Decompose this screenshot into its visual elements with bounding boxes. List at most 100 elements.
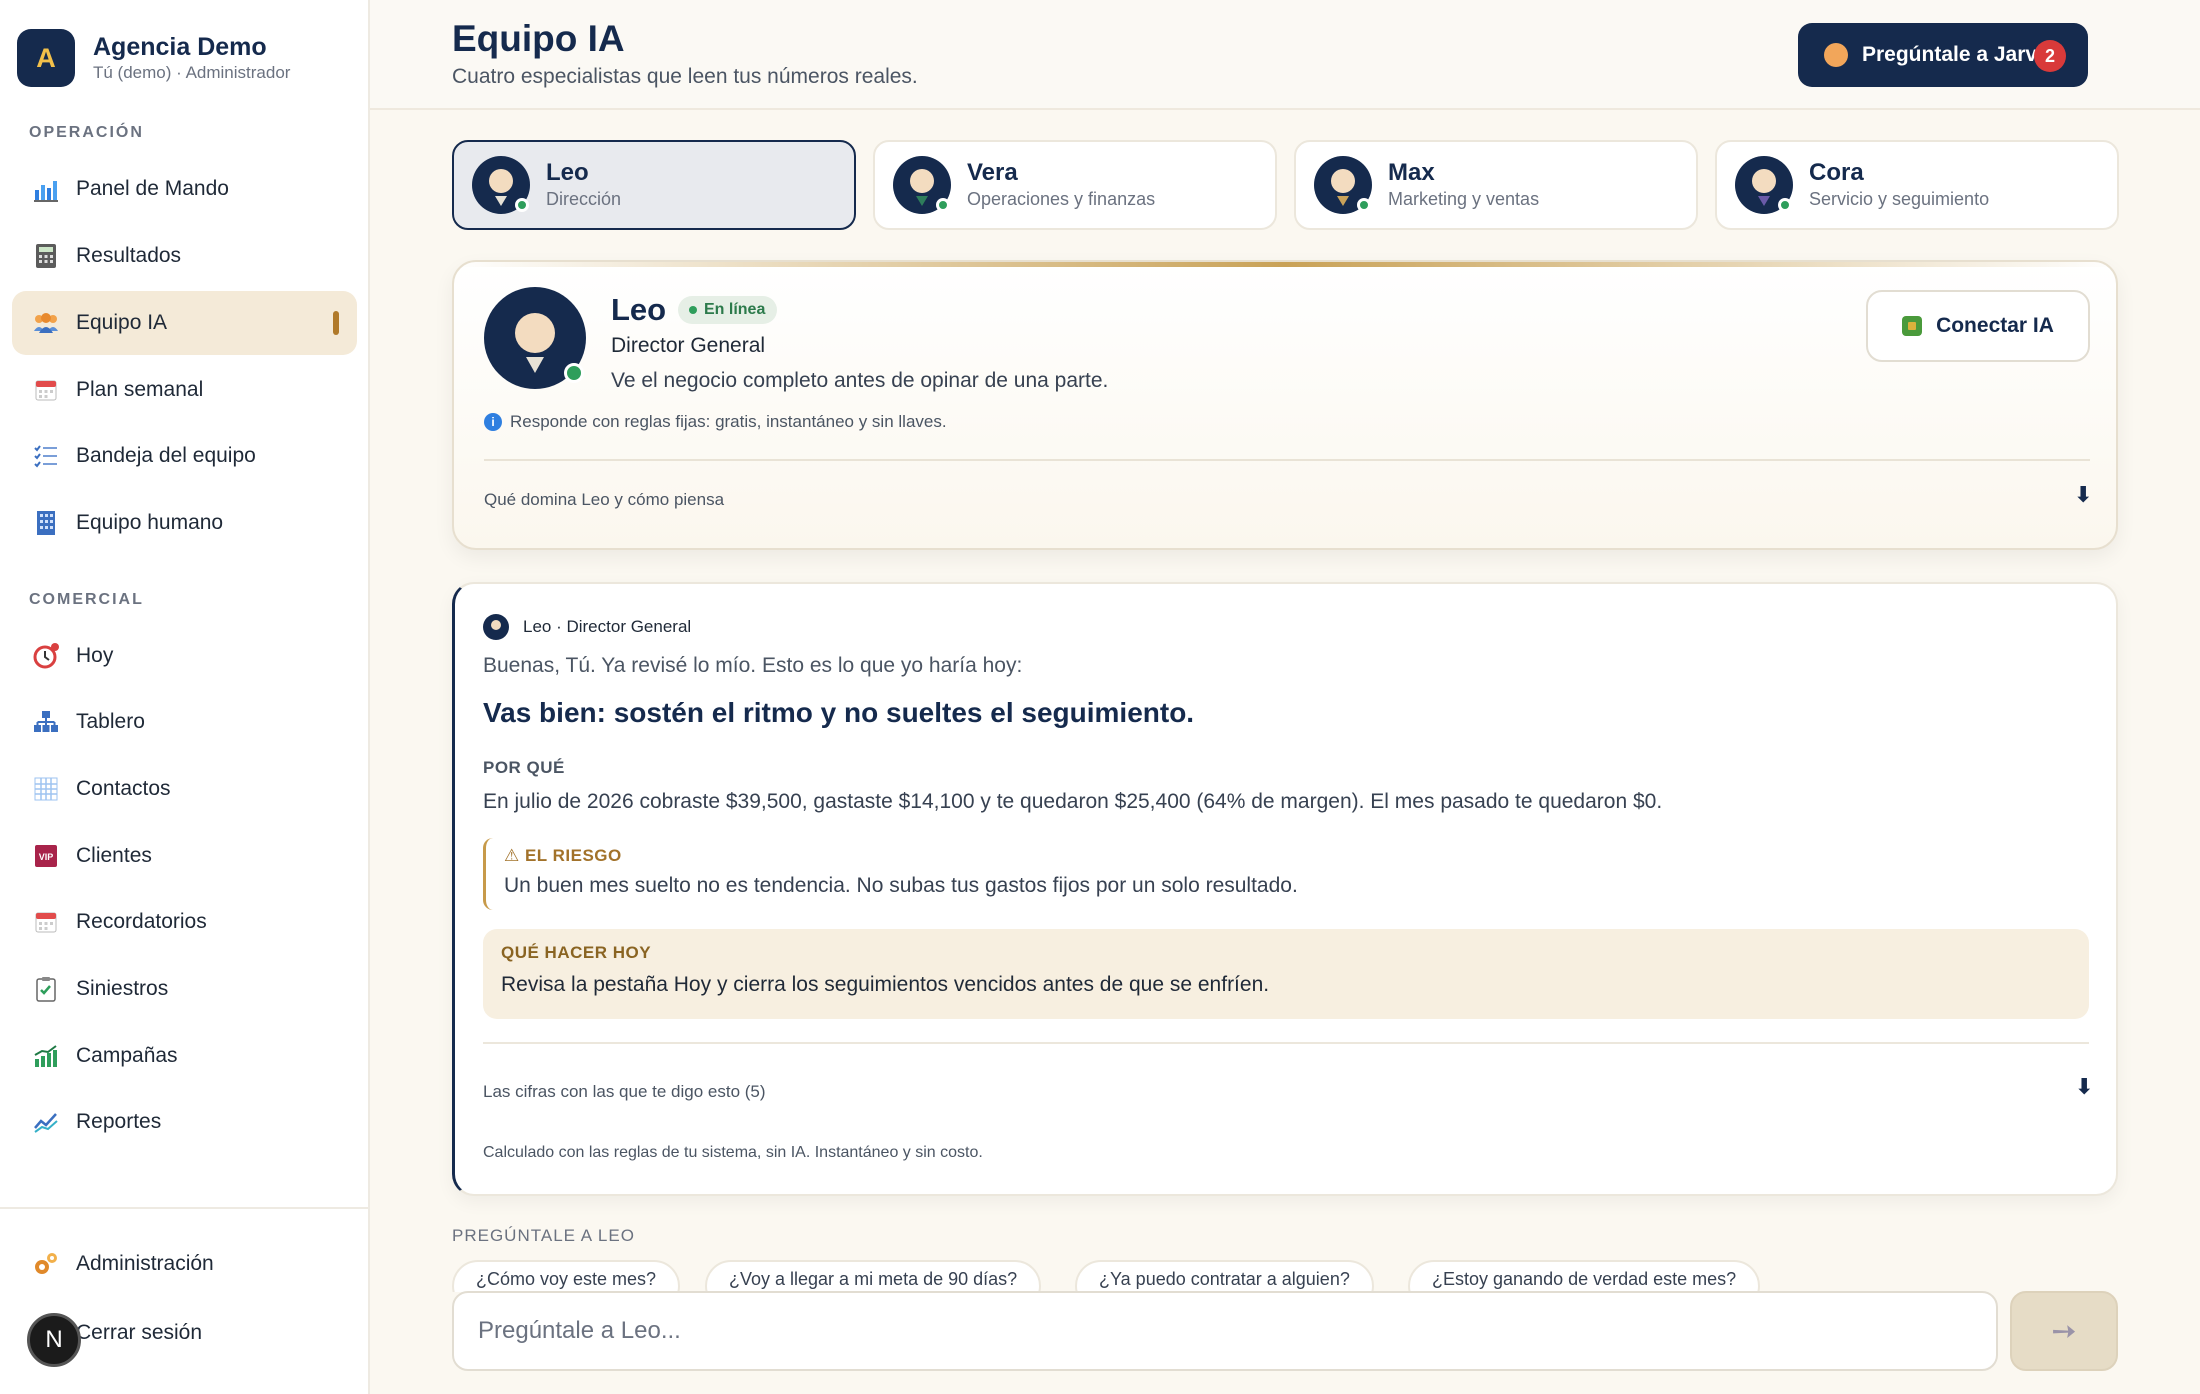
calendar-icon (30, 374, 62, 406)
growth-chart-icon (30, 1040, 62, 1072)
brand-name: Agencia Demo (93, 33, 267, 61)
sidebar-item-label: Cerrar sesión (76, 1321, 203, 1344)
todo-text: Revisa la pestaña Hoy y cierra los segui… (501, 973, 1270, 996)
status-badge: En línea (678, 296, 778, 324)
risk-callout: ⚠ EL RIESGO Un buen mes suelto no es ten… (483, 838, 2089, 910)
card-accent-line (454, 262, 2116, 267)
checklist-icon (30, 440, 62, 472)
ask-jarvis-button[interactable]: Pregúntale a Jarvis 2 (1798, 23, 2088, 87)
sidebar-item-label: Reportes (76, 1110, 162, 1133)
calendar-icon (30, 906, 62, 938)
sidebar-item-recordatorios[interactable]: Recordatorios (12, 890, 357, 954)
sidebar-item-label: Clientes (76, 844, 152, 867)
sidebar-item-administracion[interactable]: Administración (12, 1232, 357, 1296)
brand-user: Tú (demo) · Administrador (93, 63, 291, 82)
notification-badge: 2 (2034, 40, 2066, 72)
agent-tab-vera[interactable]: Vera Operaciones y finanzas (873, 140, 1277, 230)
svg-text:VIP: VIP (39, 852, 54, 862)
agent-avatar-small (483, 614, 509, 640)
sidebar-item-panel-de-mando[interactable]: Panel de Mando (12, 157, 357, 221)
answer-headline: Vas bien: sostén el ritmo y no sueltes e… (483, 697, 1195, 728)
agent-answer-card: Leo · Director General Buenas, Tú. Ya re… (452, 582, 2118, 1196)
arrow-down-icon[interactable]: ⬇ (2075, 1074, 2093, 1100)
sidebar-item-label: Siniestros (76, 977, 169, 1000)
sidebar-item-label: Equipo IA (76, 311, 168, 334)
ask-section-label: PREGÚNTALE A LEO (452, 1226, 635, 1245)
page-subtitle: Cuatro especialistas que leen tus número… (452, 65, 918, 88)
team-icon (30, 307, 62, 339)
agent-role: Operaciones y finanzas (967, 189, 1156, 209)
clipboard-check-icon (30, 973, 62, 1005)
sidebar-item-siniestros[interactable]: Siniestros (12, 957, 357, 1021)
answer-author-label: Leo · Director General (523, 617, 692, 636)
suggestion-chip[interactable]: ¿Cómo voy este mes? (452, 1260, 681, 1292)
arrow-down-icon[interactable]: ⬇ (2074, 482, 2092, 508)
todo-label: QUÉ HACER HOY (501, 943, 652, 962)
alarm-clock-icon (30, 640, 62, 672)
why-text: En julio de 2026 cobraste $39,500, gasta… (483, 790, 1663, 813)
connect-ai-button[interactable]: Conectar IA (1866, 290, 2090, 362)
sidebar-item-hoy[interactable]: Hoy (12, 624, 357, 688)
org-chart-icon (30, 706, 62, 738)
agent-name: Max (1388, 159, 1435, 186)
sidebar-item-label: Recordatorios (76, 910, 207, 933)
suggestion-chip[interactable]: ¿Voy a llegar a mi meta de 90 días? (705, 1260, 1042, 1292)
sidebar-item-clientes[interactable]: VIP Clientes (12, 824, 357, 888)
agent-avatar-large (484, 287, 586, 389)
agent-tab-max[interactable]: Max Marketing y ventas (1294, 140, 1698, 230)
vip-icon: VIP (30, 840, 62, 872)
brand[interactable]: A Agencia Demo Tú (demo) · Administrador (17, 29, 290, 87)
connect-ai-label: Conectar IA (1936, 314, 2054, 337)
agent-avatar (1735, 156, 1793, 214)
sidebar-item-resultados[interactable]: Resultados (12, 224, 357, 288)
sidebar-item-label: Administración (76, 1252, 214, 1275)
gear-icon (30, 1248, 62, 1280)
chip-icon (1902, 316, 1923, 336)
agent-avatar (472, 156, 530, 214)
line-chart-icon (30, 1106, 62, 1138)
suggestion-chip[interactable]: ¿Ya puedo contratar a alguien? (1075, 1260, 1374, 1292)
send-button[interactable]: ➙ (2010, 1291, 2118, 1371)
bar-chart-icon (30, 173, 62, 205)
agent-details-toggle[interactable]: Qué domina Leo y cómo piensa (484, 490, 724, 510)
arrow-right-icon: ➙ (2051, 1314, 2077, 1348)
active-indicator (333, 311, 339, 335)
sidebar-item-label: Equipo humano (76, 511, 224, 534)
jarvis-avatar-icon (1824, 43, 1848, 67)
sidebar-item-tablero[interactable]: Tablero (12, 690, 357, 754)
sidebar-item-label: Bandeja del equipo (76, 444, 256, 467)
rules-note-text: Responde con reglas fijas: gratis, insta… (510, 412, 947, 431)
sidebar-item-reportes[interactable]: Reportes (12, 1090, 357, 1154)
risk-label: ⚠ EL RIESGO (504, 846, 622, 865)
answer-footnote: Calculado con las reglas de tu sistema, … (483, 1144, 983, 1161)
user-avatar[interactable]: N (27, 1313, 81, 1367)
sidebar-item-equipo-ia[interactable]: Equipo IA (12, 291, 357, 355)
section-comercial-label: COMERCIAL (29, 591, 144, 608)
sidebar-item-plan-semanal[interactable]: Plan semanal (12, 358, 357, 422)
agent-description: Ve el negocio completo antes de opinar d… (611, 369, 1109, 392)
sidebar-item-contactos[interactable]: Contactos (12, 757, 357, 821)
agent-tab-leo[interactable]: Leo Dirección (452, 140, 856, 230)
numbers-toggle[interactable]: Las cifras con las que te digo esto (5) (483, 1082, 766, 1102)
sidebar-item-label: Campañas (76, 1044, 178, 1067)
sidebar-item-label: Contactos (76, 777, 171, 800)
ask-jarvis-label: Pregúntale a Jarvis (1862, 43, 2055, 66)
ask-input[interactable] (452, 1291, 1998, 1371)
sidebar-item-campanas[interactable]: Campañas (12, 1024, 357, 1088)
agent-avatar (1314, 156, 1372, 214)
agent-name: Leo (546, 159, 589, 186)
suggestion-chip[interactable]: ¿Estoy ganando de verdad este mes? (1408, 1260, 1761, 1292)
sidebar-item-label: Tablero (76, 710, 145, 733)
agent-tab-cora[interactable]: Cora Servicio y seguimiento (1715, 140, 2119, 230)
answer-greeting: Buenas, Tú. Ya revisé lo mío. Esto es lo… (483, 654, 1023, 677)
suggestion-chips: ¿Cómo voy este mes? ¿Voy a llegar a mi m… (452, 1260, 2002, 1292)
sidebar-item-equipo-humano[interactable]: Equipo humano (12, 491, 357, 555)
agent-name: Cora (1809, 159, 1864, 186)
page-title: Equipo IA (452, 18, 625, 59)
agent-name: Vera (967, 159, 1018, 186)
sidebar-item-label: Plan semanal (76, 378, 204, 401)
todo-callout: QUÉ HACER HOY Revisa la pestaña Hoy y ci… (483, 929, 2089, 1019)
agent-role: Marketing y ventas (1388, 189, 1540, 209)
sidebar-item-bandeja-del-equipo[interactable]: Bandeja del equipo (12, 424, 357, 488)
page-header: Equipo IA Cuatro especialistas que leen … (370, 0, 2200, 110)
